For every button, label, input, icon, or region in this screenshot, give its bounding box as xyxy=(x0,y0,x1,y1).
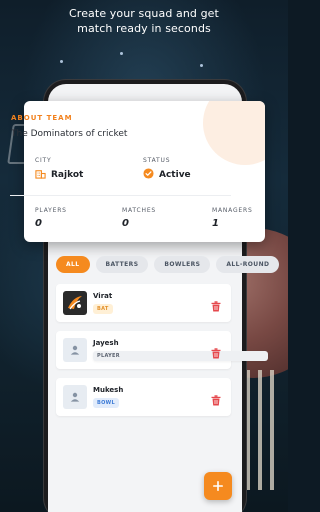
floodlight-dot xyxy=(60,60,63,63)
city-value: Rajkot xyxy=(51,170,84,180)
add-player-button[interactable] xyxy=(204,472,232,500)
trash-icon[interactable] xyxy=(211,391,221,410)
floodlight-dot xyxy=(200,64,203,67)
player-name: Mukesh xyxy=(93,386,124,394)
card-divider xyxy=(10,195,231,196)
tagline-line-1: Create your squad and get xyxy=(69,7,219,20)
user-icon xyxy=(63,385,87,409)
trash-icon[interactable] xyxy=(211,344,221,363)
about-team-heading: ABOUT TEAM xyxy=(11,114,73,122)
matches-count: 0 xyxy=(122,218,129,229)
role-badge: PLAYER xyxy=(93,351,268,361)
team-logo-icon xyxy=(63,291,87,315)
filter-all[interactable]: ALL xyxy=(56,256,90,273)
player-name: Virat xyxy=(93,292,113,300)
role-badge: BOWL xyxy=(93,398,119,408)
status-value: Active xyxy=(159,170,191,180)
stump-decoration xyxy=(270,370,274,490)
role-badge: BAT xyxy=(93,304,113,314)
check-badge-icon xyxy=(143,168,154,182)
matches-label: MATCHES xyxy=(122,207,157,214)
player-card[interactable]: Mukesh BOWL xyxy=(56,378,231,416)
status-label: STATUS xyxy=(143,157,171,164)
player-name: Jayesh xyxy=(93,339,119,347)
floodlight-dot xyxy=(120,52,123,55)
city-label: CITY xyxy=(35,157,52,164)
tagline: Create your squad and get match ready in… xyxy=(0,6,288,36)
player-card[interactable]: Virat BAT xyxy=(56,284,231,322)
filter-all-round[interactable]: ALL-ROUND xyxy=(216,256,280,273)
role-filter-chips: ALL BATTERS BOWLERS ALL-ROUND xyxy=(56,256,280,273)
players-label: PLAYERS xyxy=(35,207,67,214)
building-icon xyxy=(35,168,46,182)
city-row: Rajkot xyxy=(35,168,83,182)
plus-icon xyxy=(212,477,224,496)
filter-bowlers[interactable]: BOWLERS xyxy=(154,256,211,273)
trash-icon[interactable] xyxy=(211,297,221,316)
players-count: 0 xyxy=(35,218,42,229)
team-name: The Dominators of cricket xyxy=(11,129,128,139)
player-card[interactable]: Jayesh PLAYER xyxy=(56,331,268,369)
status-row: Active xyxy=(143,168,191,182)
managers-count: 1 xyxy=(212,218,219,229)
card-decoration xyxy=(203,101,265,165)
stump-decoration xyxy=(258,370,262,490)
user-icon xyxy=(63,338,87,362)
tagline-line-2: match ready in seconds xyxy=(77,22,211,35)
stump-decoration xyxy=(246,370,250,490)
managers-label: MANAGERS xyxy=(212,207,253,214)
filter-batters[interactable]: BATTERS xyxy=(95,256,149,273)
